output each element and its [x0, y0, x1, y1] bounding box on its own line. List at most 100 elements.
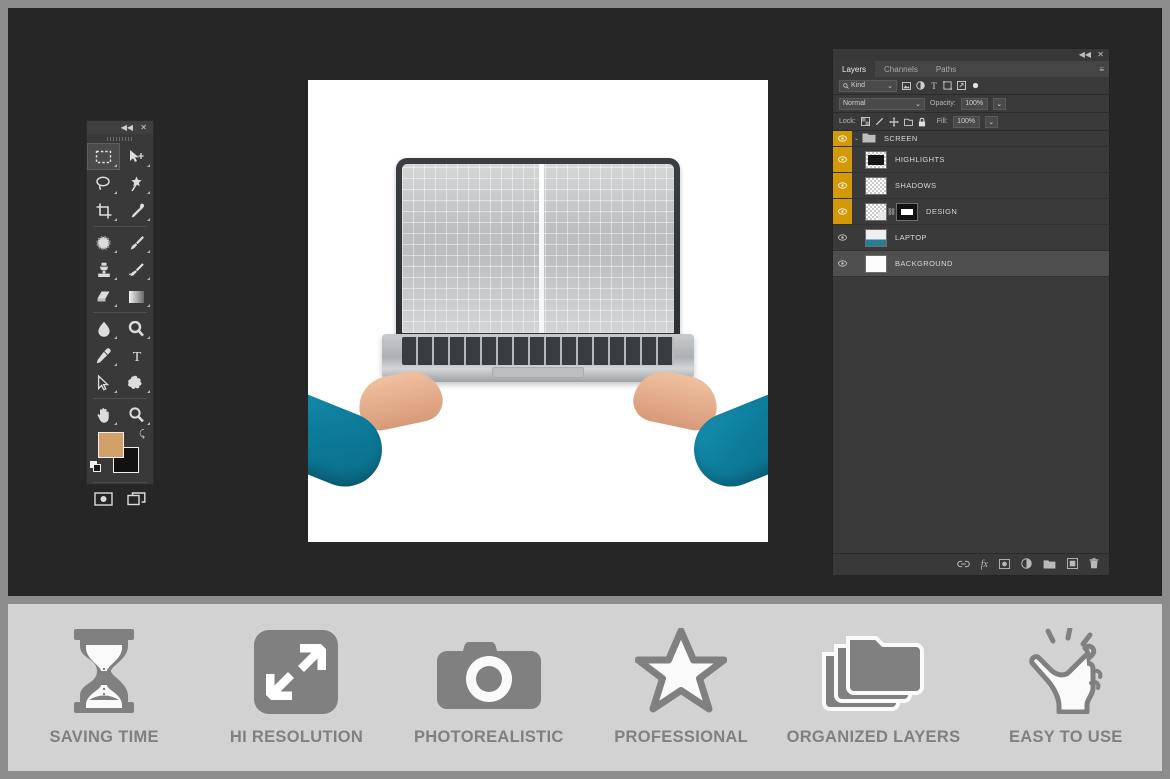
table-row[interactable]: ⛓ DESIGN — [833, 199, 1109, 225]
layer-visibility-toggle[interactable] — [833, 225, 852, 250]
table-row[interactable]: ⌄ SCREEN — [833, 131, 1109, 147]
add-layer-mask-icon[interactable] — [999, 558, 1010, 571]
eyedropper-tool[interactable] — [120, 197, 153, 224]
link-layers-icon[interactable] — [957, 560, 970, 570]
table-row[interactable]: SHADOWS — [833, 173, 1109, 199]
custom-shape-tool[interactable] — [120, 369, 153, 396]
fill-value[interactable]: 100% — [952, 115, 980, 128]
table-row[interactable]: HIGHLIGHTS — [833, 147, 1109, 173]
rectangular-marquee-tool[interactable] — [87, 143, 120, 170]
smart-object-filter-icon[interactable] — [957, 81, 966, 90]
default-colors-icon[interactable] — [90, 459, 101, 477]
layer-thumbnail[interactable] — [865, 150, 887, 169]
tools-divider-2 — [93, 312, 147, 313]
gradient-tool[interactable] — [120, 283, 153, 310]
tools-close-icon[interactable]: ✕ — [140, 123, 147, 132]
tools-collapse-icon[interactable]: ◀◀ — [121, 123, 133, 132]
spot-healing-brush-tool[interactable] — [87, 229, 120, 256]
layer-name: HIGHLIGHTS — [895, 155, 945, 164]
layer-visibility-toggle[interactable] — [833, 173, 852, 198]
star-icon — [635, 628, 728, 714]
path-selection-tool[interactable] — [87, 369, 120, 396]
tools-drag-grip[interactable] — [87, 134, 153, 143]
laptop-screen-placeholder — [402, 164, 674, 333]
feature-photorealistic: PHOTOREALISTIC — [393, 628, 585, 747]
adjustment-layer-filter-icon[interactable] — [916, 81, 925, 90]
add-layer-style-icon[interactable]: fx — [981, 559, 988, 570]
lock-image-pixels-icon[interactable] — [875, 117, 884, 126]
foreground-color-swatch[interactable] — [98, 432, 124, 458]
filter-kind-select[interactable]: Kind ⌄ — [839, 79, 897, 92]
crop-tool[interactable] — [87, 197, 120, 224]
magic-wand-tool[interactable] — [120, 170, 153, 197]
blend-mode-value: Normal — [843, 100, 866, 107]
quick-mask-mode-icon[interactable] — [87, 485, 120, 512]
group-twisty-icon[interactable]: ⌄ — [852, 135, 861, 142]
lock-transparent-pixels-icon[interactable] — [860, 117, 870, 126]
feature-easy-to-use: EASY TO USE — [970, 628, 1162, 747]
tab-layers[interactable]: Layers — [833, 61, 876, 77]
lock-all-icon[interactable] — [918, 117, 926, 127]
document-canvas[interactable] — [308, 80, 768, 542]
canvas-artwork — [308, 80, 768, 542]
layer-thumbnail[interactable] — [865, 176, 887, 195]
layer-visibility-toggle[interactable] — [833, 199, 852, 224]
layer-thumbnail[interactable] — [865, 202, 887, 221]
screen-mode-icon[interactable] — [120, 485, 153, 512]
pen-tool[interactable] — [87, 342, 120, 369]
lock-artboard-nesting-icon[interactable] — [903, 117, 913, 126]
delete-layer-icon[interactable] — [1089, 558, 1099, 571]
move-tool[interactable] — [120, 143, 153, 170]
laptop-trackpad — [492, 367, 584, 378]
fill-chevron-icon[interactable]: ⌄ — [984, 115, 998, 128]
smart-object-badge-icon — [878, 211, 886, 220]
tab-channels[interactable]: Channels — [875, 61, 927, 77]
layer-thumbnail[interactable] — [865, 254, 887, 273]
brush-tool[interactable] — [120, 229, 153, 256]
panel-menu-icon[interactable]: ≡ — [1099, 65, 1104, 74]
dodge-tool[interactable] — [120, 315, 153, 342]
layer-name: SCREEN — [884, 134, 918, 143]
shape-layer-filter-icon[interactable] — [943, 81, 952, 90]
filter-toggle-icon[interactable] — [972, 82, 979, 89]
layer-mask-thumbnail[interactable] — [896, 202, 918, 221]
hourglass-icon — [68, 628, 140, 714]
layer-name: BACKGROUND — [895, 259, 953, 268]
layers-close-icon[interactable]: ✕ — [1097, 50, 1104, 59]
lasso-tool[interactable] — [87, 170, 120, 197]
history-brush-tool[interactable] — [120, 256, 153, 283]
tools-group-modes — [87, 485, 153, 512]
opacity-label: Opacity: — [930, 100, 956, 107]
link-mask-icon[interactable]: ⛓ — [887, 208, 896, 216]
zoom-tool[interactable] — [120, 401, 153, 428]
blend-mode-select[interactable]: Normal ⌄ — [839, 97, 925, 110]
opacity-value[interactable]: 100% — [960, 97, 988, 110]
blur-tool[interactable] — [87, 315, 120, 342]
screenshot-root: ◀◀ ✕ T ⤹ ◀◀ ✕ Layers Channels Paths ≡ Ki… — [0, 0, 1170, 779]
eraser-tool[interactable] — [87, 283, 120, 310]
fill-label: Fill: — [936, 118, 948, 125]
lock-position-icon[interactable] — [889, 116, 899, 127]
pixel-layer-filter-icon[interactable] — [902, 81, 911, 90]
layer-visibility-toggle[interactable] — [833, 251, 852, 276]
layers-collapse-icon[interactable]: ◀◀ — [1079, 50, 1091, 59]
type-layer-filter-icon[interactable]: T — [930, 81, 938, 90]
new-layer-icon[interactable] — [1067, 558, 1078, 571]
tab-paths[interactable]: Paths — [927, 61, 965, 77]
table-row[interactable]: LAPTOP — [833, 225, 1109, 251]
swap-colors-icon[interactable]: ⤹ — [139, 429, 145, 440]
opacity-chevron-icon[interactable]: ⌄ — [992, 97, 1006, 110]
layer-name: SHADOWS — [895, 181, 937, 190]
new-adjustment-layer-icon[interactable] — [1021, 558, 1032, 571]
layer-visibility-toggle[interactable] — [833, 131, 852, 146]
layer-thumbnail[interactable] — [865, 228, 887, 247]
new-group-icon[interactable] — [1043, 559, 1056, 571]
layer-visibility-toggle[interactable] — [833, 147, 852, 172]
layers-panel-titlebar: ◀◀ ✕ — [833, 49, 1109, 61]
feature-label: EASY TO USE — [1008, 728, 1123, 746]
clone-stamp-tool[interactable] — [87, 256, 120, 283]
type-tool[interactable]: T — [120, 342, 153, 369]
table-row[interactable]: BACKGROUND — [833, 251, 1109, 277]
tools-group-retouch — [87, 229, 153, 310]
hand-tool[interactable] — [87, 401, 120, 428]
